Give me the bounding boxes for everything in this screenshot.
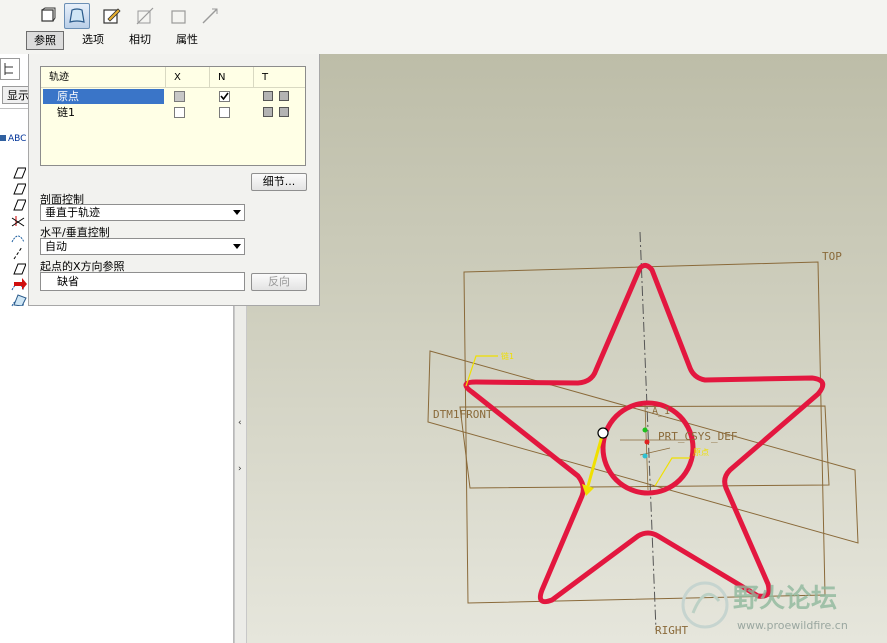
model-canvas[interactable]: TOP DTM1FRONT RIGHT PRT_CSYS_DEF A_1 链1 … (247, 54, 887, 643)
column-header-t: T (254, 67, 305, 88)
start-direction-arrow (586, 435, 604, 487)
datum-curve-icon[interactable] (10, 230, 26, 244)
insert-here-arrow-icon[interactable] (12, 276, 28, 290)
remove-material-icon[interactable] (132, 3, 158, 29)
top-plane-label: TOP (822, 250, 842, 263)
tab-options[interactable]: 选项 (75, 31, 111, 50)
tab-references[interactable]: 参照 (26, 31, 64, 50)
flip-button[interactable]: 反向 (251, 273, 307, 291)
csys-marker-red (644, 439, 650, 445)
surface-sweep-icon[interactable] (64, 3, 90, 29)
csys-marker-cyan (642, 453, 648, 459)
trajectory-name-cell[interactable]: 原点 (43, 89, 164, 104)
n-checkbox[interactable] (219, 91, 230, 102)
references-slideup-panel: 轨迹 X N T 原点 链1 细节... 剖面控制 垂直于轨迹 水平/垂直控制 (28, 54, 320, 306)
origin-tag-label: 原点 (693, 448, 709, 457)
table-row[interactable]: 原点 (41, 89, 305, 104)
sketch-icon[interactable] (99, 3, 125, 29)
t-square-button[interactable] (279, 107, 289, 117)
watermark-url: www.proewildfire.cn (737, 619, 848, 632)
csys-icon[interactable] (10, 214, 26, 228)
datum-point-icon (0, 135, 6, 141)
x-checkbox[interactable] (174, 107, 185, 118)
star-trajectory (463, 262, 826, 605)
hv-control-value: 自动 (45, 240, 67, 253)
expand-right-icon[interactable]: › (238, 464, 244, 474)
chevron-down-icon (233, 244, 241, 249)
watermark-logo-icon (681, 581, 729, 629)
graphics-viewport[interactable]: TOP DTM1FRONT RIGHT PRT_CSYS_DEF A_1 链1 … (247, 54, 887, 643)
column-header-x: X (166, 67, 210, 88)
datum-plane-icon[interactable] (10, 198, 26, 212)
trajectory-table: 轨迹 X N T 原点 链1 (40, 66, 306, 166)
datum-plane-icon[interactable] (10, 166, 26, 180)
section-control-dropdown[interactable]: 垂直于轨迹 (40, 204, 245, 221)
sweep-feature-icon[interactable] (12, 292, 28, 306)
datum-axis-icon[interactable] (10, 246, 26, 260)
tree-tab-icon[interactable] (0, 58, 20, 80)
table-row[interactable]: 链1 (41, 105, 305, 120)
dashboard-toolbar: 参照 选项 相切 属性 (0, 0, 887, 54)
collapse-left-icon[interactable]: ‹ (238, 418, 244, 428)
t-square-button[interactable] (263, 107, 273, 117)
watermark-title: 野火论坛 (733, 584, 837, 614)
tab-tangency[interactable]: 相切 (122, 31, 158, 50)
vertical-axis-line (639, 231, 657, 631)
axis-label: A_1 (652, 406, 670, 417)
thicken-icon[interactable] (166, 3, 192, 29)
surface-trim-icon[interactable] (197, 3, 223, 29)
t-square-button[interactable] (279, 91, 289, 101)
forum-watermark: 野火论坛 www.proewildfire.cn (675, 575, 887, 643)
tab-properties[interactable]: 属性 (169, 31, 205, 50)
csys-label: PRT_CSYS_DEF (658, 430, 737, 443)
section-control-value: 垂直于轨迹 (45, 206, 100, 219)
tree-item-text-feature[interactable]: ABC (0, 134, 26, 144)
column-header-trajectory: 轨迹 (41, 67, 166, 88)
n-checkbox[interactable] (219, 107, 230, 118)
chain-tag-label: 链1 (501, 351, 514, 361)
datum-plane-icon[interactable] (10, 262, 26, 276)
datum-plane-icon[interactable] (10, 182, 26, 196)
tree-divider (0, 108, 28, 109)
x-direction-reference-field[interactable]: 缺省 (40, 272, 245, 291)
solid-sweep-icon[interactable] (35, 3, 61, 29)
column-header-n: N (210, 67, 254, 88)
details-button[interactable]: 细节... (251, 173, 307, 191)
hv-control-dropdown[interactable]: 自动 (40, 238, 245, 255)
chevron-down-icon (233, 210, 241, 215)
front-plane-label: DTM1FRONT (433, 408, 493, 421)
csys-marker-green (642, 427, 648, 433)
trajectory-name-cell[interactable]: 链1 (43, 105, 164, 120)
x-checkbox[interactable] (174, 91, 185, 102)
t-square-button[interactable] (263, 91, 273, 101)
start-point-handle (597, 427, 609, 439)
